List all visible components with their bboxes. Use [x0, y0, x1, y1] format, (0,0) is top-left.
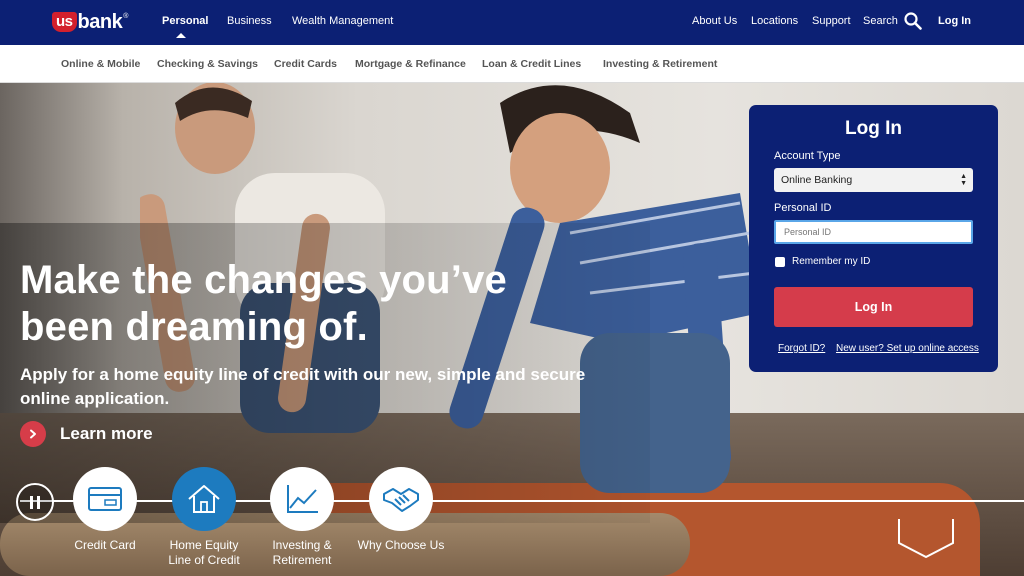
personal-id-label: Personal ID — [774, 202, 832, 214]
subnav-online-mobile[interactable]: Online & Mobile — [61, 58, 140, 70]
subnav-loan-credit-lines[interactable]: Loan & Credit Lines — [482, 58, 581, 70]
pause-bar-icon — [30, 495, 33, 509]
subnav-credit-cards[interactable]: Credit Cards — [274, 58, 337, 70]
carousel-label-credit-card[interactable]: Credit Card — [50, 538, 160, 553]
carousel-label-line: Home Equity — [169, 538, 239, 552]
login-button[interactable]: Log In — [774, 287, 973, 327]
active-caret-icon — [176, 33, 186, 38]
hero-headline: Make the changes you’ve been dreaming of… — [20, 257, 620, 351]
carousel-label-line: Retirement — [272, 553, 332, 567]
handshake-icon — [383, 488, 419, 512]
nav-log-in[interactable]: Log In — [938, 15, 971, 27]
carousel-slide-home-equity[interactable] — [172, 467, 236, 531]
learn-more-link[interactable]: Learn more — [20, 421, 153, 447]
house-icon — [188, 485, 220, 513]
nav-business[interactable]: Business — [227, 15, 272, 27]
personal-id-input[interactable] — [774, 220, 973, 244]
nav-about-us[interactable]: About Us — [692, 15, 737, 27]
forgot-id-link[interactable]: Forgot ID? — [778, 343, 825, 354]
hero-subhead: Apply for a home equity line of credit w… — [20, 363, 620, 411]
line-chart-icon — [287, 485, 318, 513]
carousel-label-line: Why Choose Us — [357, 538, 445, 552]
carousel-slide-investing[interactable] — [270, 467, 334, 531]
account-type-label: Account Type — [774, 150, 841, 162]
usbank-logo[interactable]: us bank ® — [52, 10, 128, 34]
hero-headline-line-1: Make the changes you’ve — [20, 258, 508, 302]
carousel-label-line: Line of Credit — [168, 553, 240, 567]
nav-wealth-management[interactable]: Wealth Management — [292, 15, 393, 27]
logo-registered: ® — [123, 12, 129, 20]
learn-more-label: Learn more — [60, 424, 153, 443]
subnav-mortgage-refinance[interactable]: Mortgage & Refinance — [355, 58, 466, 70]
new-user-link[interactable]: New user? Set up online access — [836, 343, 979, 354]
login-panel: Log In Account Type Online Banking ▲ ▼ Pe… — [749, 105, 998, 372]
subnav-investing-retirement[interactable]: Investing & Retirement — [603, 58, 717, 70]
hero-headline-line-2: been dreaming of. — [20, 305, 368, 349]
carousel-label-line: Investing & — [272, 538, 332, 552]
chevron-down-tab-icon[interactable] — [898, 519, 954, 559]
remember-id-label: Remember my ID — [792, 256, 871, 267]
hero-subhead-line-2: online application. — [20, 389, 170, 408]
chevron-right-icon — [20, 421, 46, 447]
remember-id-checkbox[interactable] — [775, 256, 785, 267]
nav-search[interactable]: Search — [863, 15, 898, 27]
account-type-select[interactable]: Online Banking ▲ ▼ — [774, 168, 973, 192]
nav-support[interactable]: Support — [812, 15, 851, 27]
logo-bank: bank — [77, 10, 123, 33]
pause-button[interactable] — [16, 483, 54, 521]
carousel-slide-why-choose-us[interactable] — [369, 467, 433, 531]
select-arrows-icon: ▲ ▼ — [960, 173, 967, 187]
product-navigation: Online & Mobile Checking & Savings Credi… — [0, 45, 1024, 83]
hero-subhead-line-1: Apply for a home equity line of credit w… — [20, 365, 586, 384]
carousel-label-investing[interactable]: Investing & Retirement — [247, 538, 357, 568]
subnav-checking-savings[interactable]: Checking & Savings — [157, 58, 258, 70]
credit-card-icon — [88, 487, 122, 511]
carousel-rail — [20, 500, 1024, 502]
carousel-label-home-equity[interactable]: Home Equity Line of Credit — [149, 538, 259, 568]
carousel-label-line: Credit Card — [74, 538, 136, 552]
nav-personal[interactable]: Personal — [162, 15, 208, 27]
search-icon[interactable] — [904, 12, 922, 30]
logo-us: us — [52, 12, 77, 32]
carousel-slide-credit-card[interactable] — [73, 467, 137, 531]
carousel-label-why-choose-us[interactable]: Why Choose Us — [346, 538, 456, 553]
login-title: Log In — [845, 118, 902, 139]
pause-bar-icon — [37, 495, 40, 509]
account-type-value: Online Banking — [781, 174, 853, 186]
top-navigation: us bank ® Personal Business Wealth Managem… — [0, 0, 1024, 45]
nav-locations[interactable]: Locations — [751, 15, 798, 27]
remember-id-option[interactable]: Remember my ID — [775, 256, 870, 267]
